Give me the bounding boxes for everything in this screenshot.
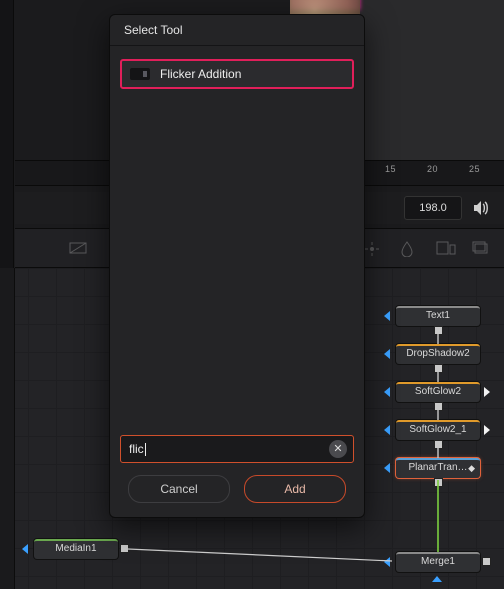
node-dropshadow2[interactable]: DropShadow2: [396, 344, 480, 364]
node-merge1[interactable]: Merge1: [396, 552, 480, 572]
stack-icon[interactable]: [472, 241, 490, 255]
ruler-tick: 15: [385, 164, 396, 174]
clear-search-icon[interactable]: ✕: [329, 440, 347, 458]
sparkle-icon[interactable]: [364, 241, 382, 255]
speaker-icon[interactable]: [472, 200, 490, 216]
tool-result-row[interactable]: Flicker Addition: [120, 59, 354, 89]
ruler-tick: 20: [427, 164, 438, 174]
node-text1[interactable]: Text1: [396, 306, 480, 326]
search-input[interactable]: flic: [121, 442, 329, 456]
node-output-port[interactable]: [434, 364, 443, 373]
dialog-title: Select Tool: [110, 15, 364, 46]
tool-result-label: Flicker Addition: [160, 67, 241, 81]
node-planartransform[interactable]: PlanarTran… ◆: [396, 458, 480, 478]
cancel-button[interactable]: Cancel: [128, 475, 230, 503]
node-mediain1[interactable]: MediaIn1: [34, 539, 118, 559]
node-output-port[interactable]: [434, 402, 443, 411]
node-output-arrow[interactable]: [484, 387, 490, 397]
node-softglow2[interactable]: SoftGlow2: [396, 382, 480, 402]
node-input-arrow[interactable]: [432, 576, 442, 582]
node-input-arrow[interactable]: [384, 311, 390, 321]
layout-icon[interactable]: [436, 241, 454, 255]
tool-icon[interactable]: [69, 241, 87, 255]
drop-icon[interactable]: [400, 241, 418, 255]
node-input-arrow[interactable]: [384, 425, 390, 435]
node-output-port[interactable]: [434, 440, 443, 449]
node-output-port[interactable]: [434, 326, 443, 335]
node-input-arrow[interactable]: [22, 544, 28, 554]
node-output-port[interactable]: [434, 478, 443, 487]
node-output-port[interactable]: [482, 557, 491, 566]
node-input-arrow[interactable]: [384, 463, 390, 473]
ruler-tick: 25: [469, 164, 480, 174]
node-input-arrow[interactable]: [384, 557, 390, 567]
tool-thumbnail-icon: [130, 68, 150, 80]
keyframe-diamond-icon[interactable]: ◆: [468, 461, 475, 476]
node-output-arrow[interactable]: [484, 425, 490, 435]
node-output-port[interactable]: [120, 544, 129, 553]
current-time-field[interactable]: 198.0: [404, 196, 462, 220]
add-button[interactable]: Add: [244, 475, 346, 503]
node-input-arrow[interactable]: [384, 349, 390, 359]
node-softglow2-1[interactable]: SoftGlow2_1: [396, 420, 480, 440]
tool-search-field[interactable]: flic ✕: [120, 435, 354, 463]
node-input-arrow[interactable]: [384, 387, 390, 397]
node-label: PlanarTran…: [408, 462, 467, 473]
select-tool-dialog: Select Tool Flicker Addition flic ✕ Canc…: [109, 14, 365, 518]
